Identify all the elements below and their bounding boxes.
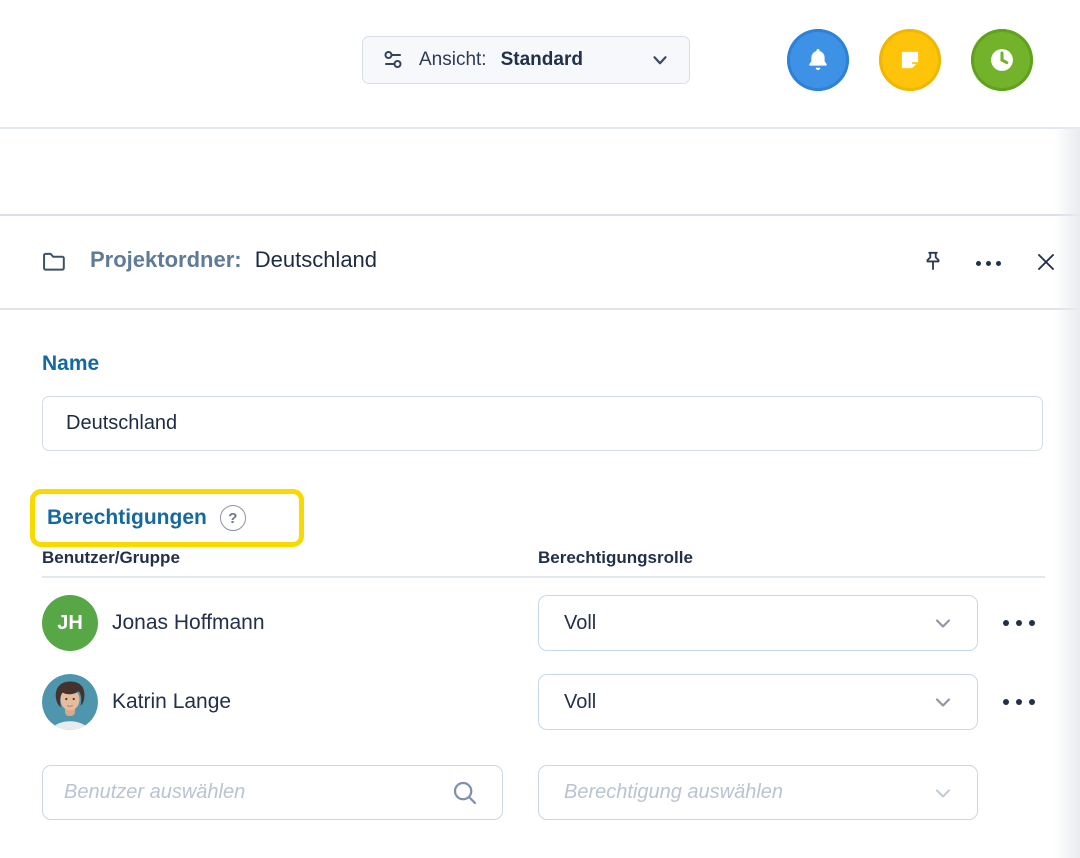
help-icon[interactable]: ?	[220, 505, 246, 531]
more-options-button[interactable]	[972, 247, 1004, 279]
panel-title-value: Deutschland	[255, 247, 377, 272]
chevron-down-icon	[931, 781, 955, 805]
column-header-divider	[42, 576, 1045, 578]
avatar-initials: JH	[57, 612, 83, 635]
user-name: Jonas Hoffmann	[112, 595, 265, 651]
close-button[interactable]	[1030, 246, 1062, 278]
more-icon	[976, 247, 1001, 279]
note-icon	[895, 45, 925, 75]
pin-icon	[920, 249, 946, 275]
chevron-down-icon	[931, 611, 955, 635]
role-value: Voll	[564, 612, 596, 635]
search-icon[interactable]	[450, 778, 480, 813]
panel-header-divider	[0, 308, 1080, 310]
panel-title-prefix: Projektordner:	[90, 247, 242, 272]
row-more-button[interactable]	[1003, 674, 1035, 730]
pin-button[interactable]	[917, 246, 949, 278]
role-select-row2[interactable]: Voll	[538, 674, 978, 730]
name-input[interactable]	[42, 396, 1043, 451]
role-select-row1[interactable]: Voll	[538, 595, 978, 651]
permissions-heading: Berechtigungen	[47, 506, 207, 530]
role-value: Voll	[564, 691, 596, 714]
role-picker-placeholder: Berechtigung auswählen	[564, 781, 783, 804]
column-header-user: Benutzer/Gruppe	[42, 548, 180, 568]
time-tracking-button[interactable]	[971, 29, 1033, 91]
name-label: Name	[42, 352, 99, 376]
panel-title: Projektordner: Deutschland	[90, 247, 377, 273]
sliders-icon	[381, 48, 405, 72]
view-label: Ansicht:	[419, 49, 487, 71]
chevron-down-icon	[931, 690, 955, 714]
folder-icon	[38, 246, 70, 278]
user-name: Katrin Lange	[112, 674, 231, 730]
berechtigungen-highlight: Berechtigungen ?	[30, 489, 304, 547]
notes-button[interactable]	[879, 29, 941, 91]
column-header-role: Berechtigungsrolle	[538, 548, 693, 568]
notifications-button[interactable]	[787, 29, 849, 91]
panel-top-border	[0, 214, 1080, 216]
close-icon	[1034, 250, 1058, 274]
user-picker-input[interactable]	[42, 765, 503, 820]
avatar-photo	[42, 674, 98, 730]
avatar: JH	[42, 595, 98, 651]
view-value: Standard	[501, 49, 583, 71]
chevron-down-icon	[649, 49, 671, 71]
clock-icon	[986, 44, 1018, 76]
view-selector-button[interactable]: Ansicht: Standard	[362, 36, 690, 84]
toolbar-divider	[0, 127, 1080, 129]
row-more-button[interactable]	[1003, 595, 1035, 651]
role-picker-select[interactable]: Berechtigung auswählen	[538, 765, 978, 820]
bell-icon	[803, 45, 833, 75]
panel-edge-shadow	[1054, 127, 1080, 858]
